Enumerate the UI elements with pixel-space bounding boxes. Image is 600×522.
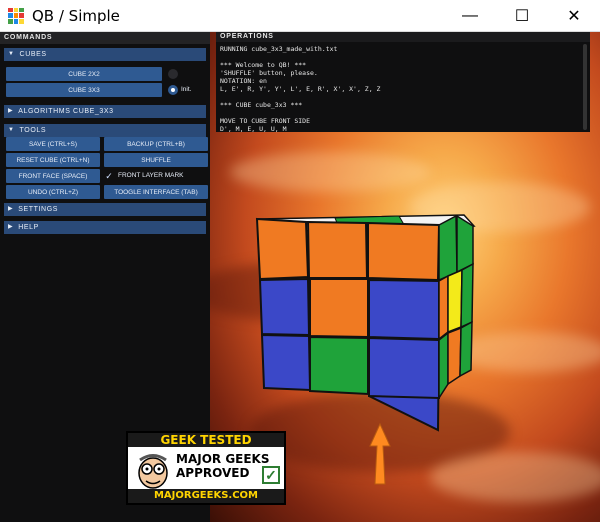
operations-log: RUNNING cube_3x3_made_with.txt *** Welco… (216, 42, 590, 136)
expand-down-icon: ▼ (8, 127, 15, 133)
geek-mascot-icon (138, 454, 168, 489)
log-line: 'SHUFFLE' button, please. (220, 69, 318, 77)
shuffle-button[interactable]: SHUFFLE (104, 153, 208, 167)
log-line: L, E', R, Y', Y', L', E, R', X', X', Z, … (220, 85, 381, 93)
front-layer-mark-checkbox[interactable]: ✓ (104, 171, 114, 181)
log-line: NOTATION: en (220, 77, 267, 85)
section-tools[interactable]: ▼ TOOLS (4, 124, 206, 137)
badge-line-1: MAJOR GEEKS (176, 452, 270, 466)
toggle-interface-button[interactable]: TOOGLE INTERFACE (TAB) (104, 185, 208, 199)
save-button[interactable]: SAVE (CTRL+S) (6, 137, 100, 151)
init-label: Init. (181, 86, 192, 93)
operations-header: OPERATIONS (216, 32, 590, 42)
front-layer-mark-label: FRONT LAYER MARK (118, 172, 184, 179)
operations-panel: OPERATIONS RUNNING cube_3x3_made_with.tx… (216, 32, 590, 133)
expand-right-icon: ▶ (8, 206, 14, 212)
log-line: *** Welcome to QB! *** (220, 61, 307, 69)
backup-button[interactable]: BACKUP (CTRL+B) (104, 137, 208, 151)
section-settings-label: SETTINGS (18, 206, 59, 213)
majorgeeks-badge: GEEK TESTED MAJOR GEEKS APPROVED ✓ MAJOR… (126, 431, 286, 505)
section-tools-label: TOOLS (19, 127, 47, 134)
section-settings[interactable]: ▶ SETTINGS (4, 203, 206, 216)
cube-3x3-radio[interactable] (168, 85, 178, 95)
window-title: QB / Simple (32, 6, 120, 25)
log-line: RUNNING cube_3x3_made_with.txt (220, 45, 338, 53)
expand-right-icon: ▶ (8, 224, 14, 230)
close-button[interactable]: ✕ (548, 0, 600, 32)
cube-3x3-button[interactable]: CUBE 3X3 (6, 83, 162, 97)
section-cubes[interactable]: ▼ CUBES (4, 48, 206, 61)
log-line: MOVE TO CUBE FRONT SIDE (220, 117, 311, 125)
section-cubes-label: CUBES (19, 51, 47, 58)
app-cube-icon (8, 7, 24, 24)
undo-button[interactable]: UNDO (CTRL+Z) (6, 185, 100, 199)
title-bar: QB / Simple — ☐ ✕ (0, 0, 600, 32)
badge-bottom-text: MAJORGEEKS.COM (128, 489, 284, 503)
cube-2x2-button[interactable]: CUBE 2X2 (6, 67, 162, 81)
front-face-button[interactable]: FRONT FACE (SPACE) (6, 169, 100, 183)
expand-right-icon: ▶ (8, 108, 14, 114)
badge-line-2: APPROVED (176, 466, 250, 480)
expand-down-icon: ▼ (8, 51, 15, 57)
log-line: D', M, E, U, U, M (220, 125, 287, 133)
minimize-button[interactable]: — (444, 0, 496, 32)
log-line: *** CUBE cube_3x3 *** (220, 101, 303, 109)
reset-cube-button[interactable]: RESET CUBE (CTRL+N) (6, 153, 100, 167)
front-side-arrow-icon (369, 422, 391, 485)
badge-top-text: GEEK TESTED (128, 433, 284, 447)
section-algorithms-label: ALGORITHMS CUBE_3X3 (18, 108, 114, 115)
section-help-label: HELP (18, 224, 39, 231)
section-help[interactable]: ▶ HELP (4, 221, 206, 234)
commands-header: COMMANDS (0, 32, 210, 44)
maximize-button[interactable]: ☐ (496, 0, 548, 32)
cube-2x2-radio[interactable] (168, 69, 178, 79)
checkmark-icon: ✓ (262, 466, 280, 484)
operations-scrollbar[interactable] (583, 44, 587, 130)
section-algorithms[interactable]: ▶ ALGORITHMS CUBE_3X3 (4, 105, 206, 118)
